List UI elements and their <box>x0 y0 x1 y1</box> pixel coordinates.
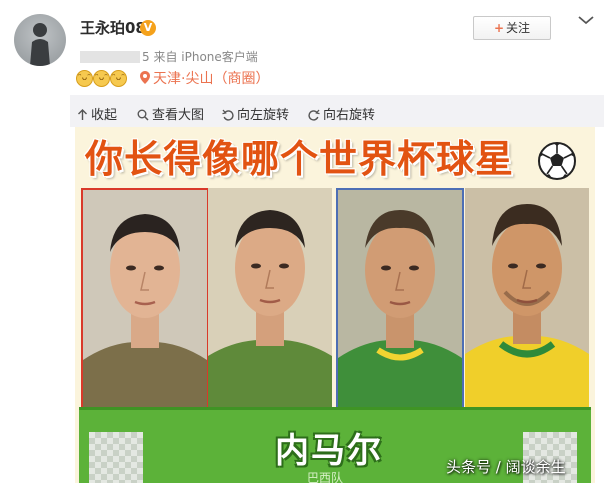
rotate-right-label: 向右旋转 <box>323 108 376 123</box>
team-name: 巴西队 <box>307 471 344 483</box>
face-photo-3 <box>336 188 464 411</box>
view-large-label: 查看大图 <box>152 108 205 123</box>
mosaic-left <box>89 432 143 483</box>
post-time: 5 <box>142 50 150 64</box>
image-headline: 你长得像哪个世界杯球星 <box>85 137 515 181</box>
grin-emoji-icon: ᵔᴗᵔ <box>93 70 110 87</box>
watermark: 头条号 / 阔谈余生 <box>446 458 566 476</box>
username[interactable]: 王永珀08 <box>80 17 146 38</box>
rotate-right-button[interactable]: 向右旋转 <box>308 104 375 123</box>
verified-badge-icon: V <box>140 20 156 36</box>
silhouette-graphic <box>30 23 50 66</box>
face-photo-4 <box>465 188 589 407</box>
face-photo-1 <box>81 188 209 411</box>
collapse-button[interactable]: 收起 <box>77 104 117 123</box>
location-text: 天津·尖山（商圈） <box>153 71 270 87</box>
post-source[interactable]: 来自 iPhone客户端 <box>153 50 257 64</box>
location-link[interactable]: 天津·尖山（商圈） <box>140 68 269 88</box>
avatar[interactable] <box>14 14 66 66</box>
face-photo-2 <box>208 188 332 407</box>
rotate-left-button[interactable]: 向左旋转 <box>222 104 289 123</box>
rotate-right-icon <box>308 109 320 121</box>
rotate-left-icon <box>222 109 234 121</box>
location-pin-icon <box>140 71 150 84</box>
post-meta: 5 来自 iPhone客户端 <box>80 48 258 65</box>
soccer-ball-icon <box>538 142 576 180</box>
plus-icon: + <box>493 21 505 35</box>
player-name: 内马尔 <box>275 431 383 471</box>
post-image[interactable]: 你长得像哪个世界杯球星 内马尔 巴西队 <box>75 127 595 483</box>
grin-emoji-icon: ᵔᴗᵔ <box>110 70 127 87</box>
magnifier-icon <box>137 109 149 121</box>
collapse-arrow-icon <box>78 109 87 120</box>
follow-label: 关注 <box>506 21 531 35</box>
follow-button[interactable]: + 关注 <box>473 16 551 40</box>
chevron-down-icon[interactable] <box>577 13 595 27</box>
collapse-label: 收起 <box>91 108 118 123</box>
view-large-button[interactable]: 查看大图 <box>137 104 204 123</box>
grin-emoji-icon: ᵔᴗᵔ <box>76 70 93 87</box>
rotate-left-label: 向左旋转 <box>237 108 290 123</box>
blurred-timestamp <box>80 51 140 63</box>
